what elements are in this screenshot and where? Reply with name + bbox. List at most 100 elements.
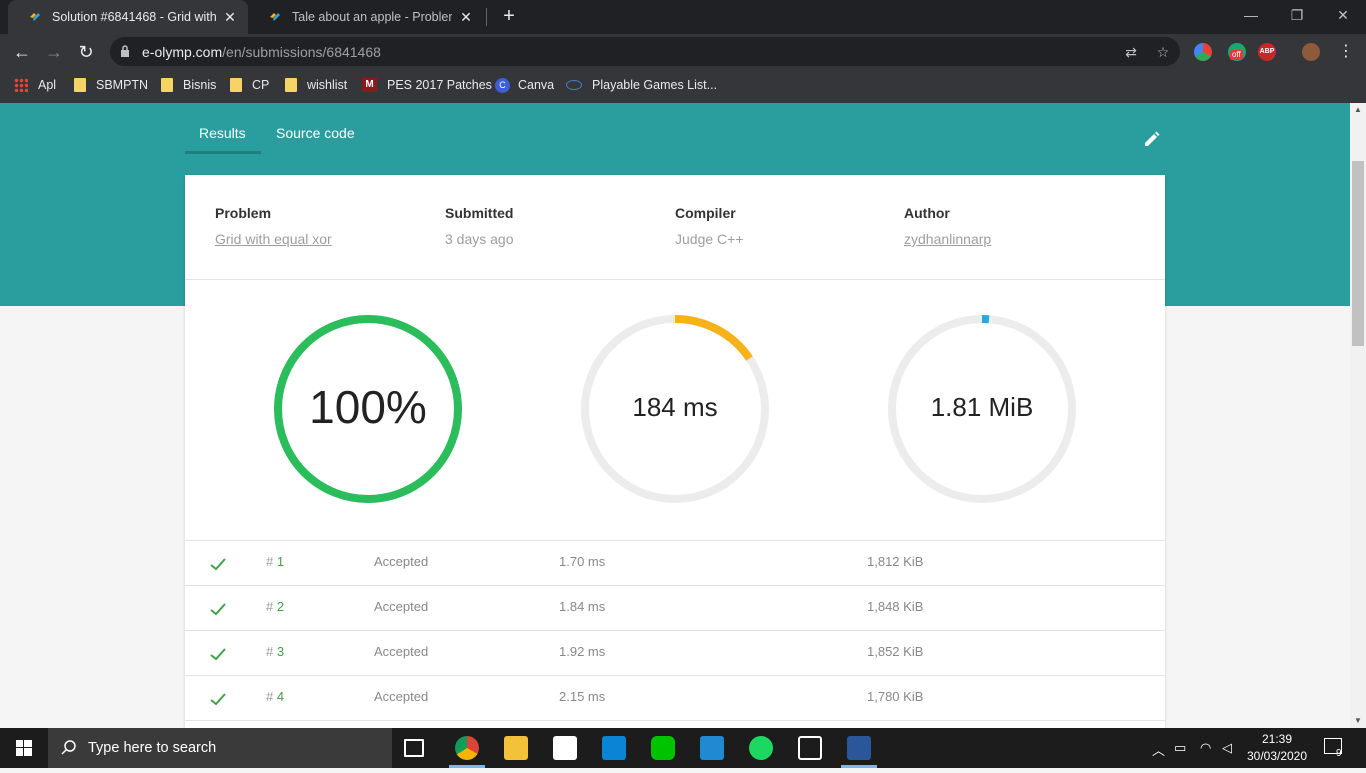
test-prefix: # <box>266 599 277 614</box>
test-time: 2.15 ms <box>559 689 606 704</box>
browser-toolbar: ← → ↻ e-olymp.com/en/submissions/6841468… <box>0 34 1366 70</box>
test-number: # 4 <box>266 689 284 704</box>
minimize-button[interactable]: — <box>1228 0 1274 30</box>
check-icon <box>210 648 226 661</box>
memory-value: 1.81 MiB <box>930 391 1034 422</box>
bookmark-canva[interactable]: C Canva <box>495 76 554 94</box>
scroll-down-arrow-icon[interactable]: ▼ <box>1350 714 1366 728</box>
test-index: 4 <box>276 689 285 704</box>
apps-grid-icon <box>14 78 28 92</box>
close-tab-icon[interactable]: ✕ <box>222 9 238 26</box>
bookmark-apps[interactable]: Apl <box>14 76 56 94</box>
score-value: 100% <box>309 381 427 433</box>
spotify-icon[interactable] <box>749 736 773 760</box>
vscode-icon[interactable] <box>700 736 724 760</box>
url-host: e-olymp.com <box>142 44 223 60</box>
eolymp-favicon-icon <box>28 10 42 24</box>
table-row[interactable]: # 1 Accepted 1.70 ms 1,812 KiB <box>185 541 1165 586</box>
intel-icon <box>566 80 582 90</box>
address-bar[interactable]: e-olymp.com/en/submissions/6841468 ⇄ ☆ <box>110 37 1180 66</box>
instagram-icon[interactable] <box>602 736 626 760</box>
url-text: e-olymp.com/en/submissions/6841468 <box>142 44 381 60</box>
tab-results[interactable]: Results <box>199 125 246 141</box>
test-time: 1.70 ms <box>559 554 606 569</box>
wifi-icon[interactable]: ◠ <box>1200 740 1211 756</box>
page-content: Results Source code Problem Grid with eq… <box>0 103 1350 728</box>
row-divider <box>185 720 1165 721</box>
meta-label: Author <box>904 205 950 221</box>
bookmark-star-icon[interactable]: ☆ <box>1154 43 1172 61</box>
tab-source-code[interactable]: Source code <box>276 125 355 141</box>
table-row[interactable]: # 3 Accepted 1.92 ms 1,852 KiB <box>185 631 1165 676</box>
show-hidden-icons-icon[interactable]: ︿ <box>1152 740 1165 759</box>
start-button[interactable] <box>0 728 48 768</box>
meta-submitted: Submitted 3 days ago <box>445 205 665 247</box>
bookmark-sbmptn[interactable]: SBMPTN <box>74 76 148 94</box>
scrollbar-thumb[interactable] <box>1352 161 1364 346</box>
test-status: Accepted <box>374 599 429 614</box>
battery-icon[interactable]: ▭ <box>1174 740 1186 756</box>
canva-icon: C <box>495 77 510 93</box>
meta-label: Submitted <box>445 205 514 221</box>
reload-button[interactable]: ↻ <box>74 40 98 64</box>
translate-icon[interactable]: ⇄ <box>1122 43 1140 61</box>
author-link[interactable]: zydhanlinnarp <box>904 231 1124 247</box>
folder-icon <box>285 78 297 92</box>
active-tab-indicator <box>185 151 261 154</box>
meta-label: Compiler <box>675 205 736 221</box>
taskbar-search-box[interactable]: Type here to search <box>48 728 392 768</box>
bookmarks-bar: Apl SBMPTN Bisnis CP wishlist M PES 2017… <box>0 70 1366 100</box>
restore-button[interactable]: ❐ <box>1274 0 1320 30</box>
bookmark-wishlist[interactable]: wishlist <box>285 76 347 94</box>
volume-icon[interactable]: ◁ <box>1222 740 1232 756</box>
task-view-icon[interactable] <box>404 739 424 757</box>
test-prefix: # <box>266 554 277 569</box>
chrome-icon[interactable] <box>455 736 479 760</box>
table-row[interactable]: # 4 Accepted 2.15 ms 1,780 KiB <box>185 676 1165 721</box>
search-placeholder: Type here to search <box>88 740 217 756</box>
clock-time: 21:39 <box>1261 732 1293 746</box>
profile-avatar[interactable] <box>1302 43 1320 61</box>
browser-chrome: Solution #6841468 - Grid with eq ✕ Tale … <box>0 0 1366 103</box>
pencil-edit-icon[interactable] <box>1142 129 1162 149</box>
lock-icon <box>121 45 129 57</box>
table-row[interactable]: # 2 Accepted 1.84 ms 1,848 KiB <box>185 586 1165 631</box>
menu-kebab-icon[interactable]: ⋮ <box>1334 40 1358 64</box>
test-prefix: # <box>266 644 277 659</box>
test-memory: 1,848 KiB <box>867 599 924 614</box>
clock[interactable]: 21:39 30/03/2020 <box>1244 731 1310 765</box>
bookmark-label: Canva <box>518 78 555 92</box>
file-explorer-icon[interactable] <box>504 736 528 760</box>
problem-link[interactable]: Grid with equal xor <box>215 231 435 247</box>
test-status: Accepted <box>374 554 429 569</box>
test-number: # 2 <box>266 599 284 614</box>
tab-solution[interactable]: Solution #6841468 - Grid with eq ✕ <box>8 0 248 34</box>
bookmark-pes[interactable]: M PES 2017 Patches <box>362 76 492 94</box>
close-tab-icon[interactable]: ✕ <box>458 9 474 26</box>
forward-button[interactable]: → <box>42 40 66 64</box>
scroll-up-arrow-icon[interactable]: ▲ <box>1350 103 1366 117</box>
grammarly-icon[interactable]: off <box>1228 43 1246 61</box>
test-index: 2 <box>276 599 285 614</box>
extension-icon[interactable] <box>1194 43 1212 61</box>
clock-date: 30/03/2020 <box>1246 749 1308 763</box>
bookmark-cp[interactable]: CP <box>230 76 269 94</box>
close-window-button[interactable]: ✕ <box>1320 0 1366 30</box>
extension-badge: off <box>1230 50 1243 60</box>
bookmark-bisnis[interactable]: Bisnis <box>161 76 216 94</box>
check-icon <box>210 693 226 706</box>
back-button[interactable]: ← <box>10 40 34 64</box>
tab-tale-about-apple[interactable]: Tale about an apple - Problems - ✕ <box>248 0 484 34</box>
microsoft-store-icon[interactable] <box>553 736 577 760</box>
word-icon[interactable] <box>847 736 871 760</box>
adblock-plus-icon[interactable]: ABP <box>1258 43 1276 61</box>
pes-m-icon: M <box>362 78 377 92</box>
bookmark-playable-games[interactable]: Playable Games List... <box>566 76 717 94</box>
new-tab-button[interactable]: + <box>498 4 520 28</box>
test-prefix: # <box>266 689 277 704</box>
page-scrollbar[interactable]: ▲ ▼ <box>1350 103 1366 728</box>
line-icon[interactable] <box>651 736 675 760</box>
test-index: 1 <box>276 554 285 569</box>
snipping-tool-icon[interactable] <box>798 736 822 760</box>
meta-label: Problem <box>215 205 272 221</box>
